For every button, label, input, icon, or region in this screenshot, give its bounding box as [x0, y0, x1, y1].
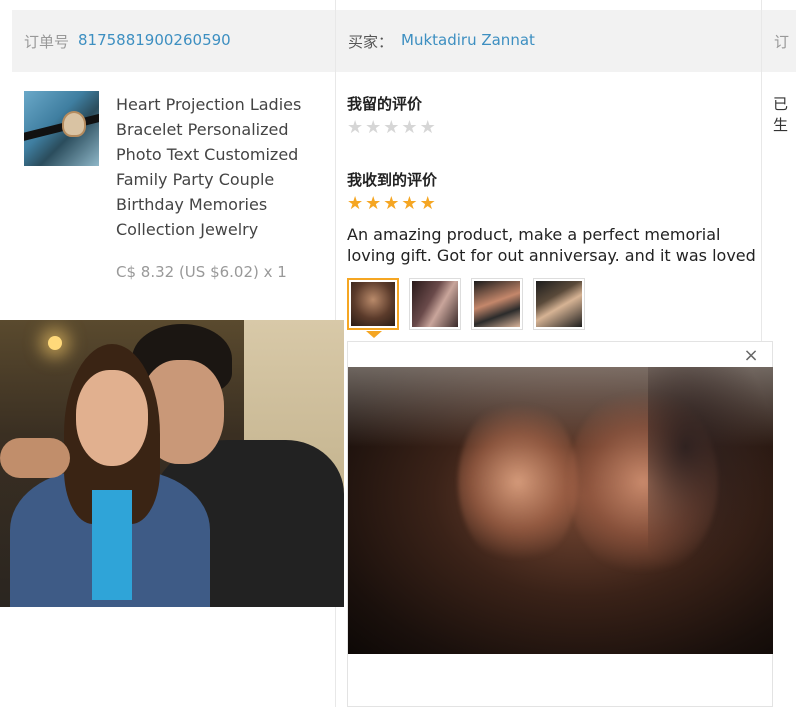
- star-empty-icon: ★: [401, 117, 418, 138]
- couple-photo: [0, 320, 344, 607]
- review-photo-list: [347, 278, 585, 330]
- review-text: An amazing product, make a perfect memor…: [347, 225, 756, 265]
- star-filled-icon: ★: [365, 193, 382, 214]
- star-filled-icon: ★: [419, 193, 436, 214]
- order-header-clipped: 订: [774, 33, 790, 51]
- order-number-link[interactable]: 8175881900260590: [78, 31, 231, 49]
- star-filled-icon: ★: [383, 193, 400, 214]
- product-thumbnail[interactable]: [24, 91, 99, 166]
- buyer-name-link[interactable]: Muktadiru Zannat: [401, 31, 535, 49]
- star-empty-icon: ★: [419, 117, 436, 138]
- review-photo-thumbnail[interactable]: [471, 278, 523, 330]
- received-review-stars: ★ ★ ★ ★ ★: [347, 195, 436, 213]
- review-photo-thumbnail[interactable]: [533, 278, 585, 330]
- star-filled-icon: ★: [347, 193, 364, 214]
- review-photo-thumbnail[interactable]: [409, 278, 461, 330]
- order-status-clipped: 已生: [773, 95, 789, 134]
- product-price: C$ 8.32 (US $6.02) x 1: [116, 263, 287, 281]
- my-review-stars: ★ ★ ★ ★ ★: [347, 119, 436, 137]
- my-review-heading: 我留的评价: [347, 95, 423, 113]
- order-number-label: 订单号: [24, 33, 70, 51]
- star-empty-icon: ★: [347, 117, 364, 138]
- close-icon[interactable]: ×: [742, 347, 760, 365]
- buyer-label: 买家：: [348, 33, 394, 51]
- review-photo-thumbnail[interactable]: [347, 278, 399, 330]
- star-empty-icon: ★: [365, 117, 382, 138]
- received-review-heading: 我收到的评价: [347, 171, 438, 189]
- review-photo-preview: [348, 367, 773, 654]
- product-title-link[interactable]: Heart Projection Ladies Bracelet Persona…: [116, 92, 316, 242]
- star-empty-icon: ★: [383, 117, 400, 138]
- selected-thumbnail-pointer: [366, 331, 382, 338]
- star-filled-icon: ★: [401, 193, 418, 214]
